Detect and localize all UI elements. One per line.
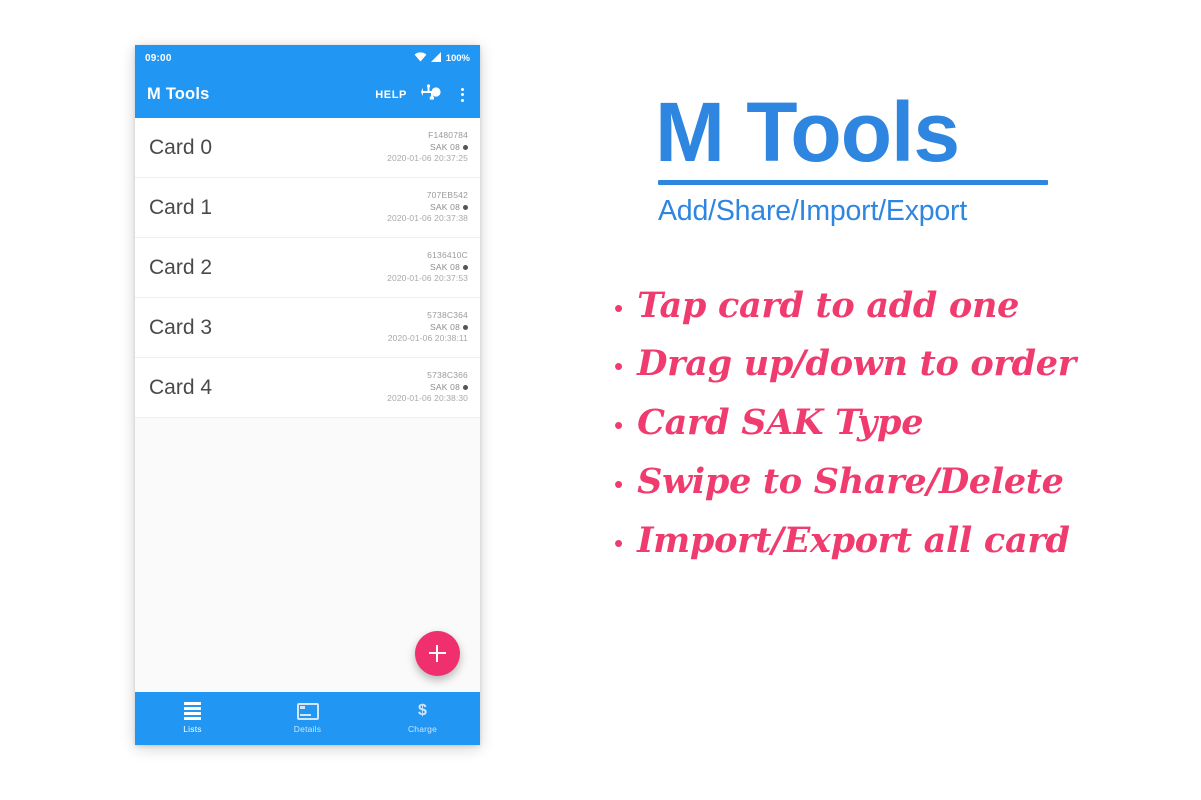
card-sak: SAK 08 [387,202,468,213]
wifi-icon [414,51,427,65]
card-type-dot-icon [463,145,468,150]
feature-text: Tap card to add one [637,284,1020,326]
nav-label: Details [293,724,322,734]
bullet-icon: • [614,527,624,558]
feature-text: Import/Export all card [637,519,1070,561]
feature-text: Drag up/down to order [637,343,1076,385]
table-row[interactable]: Card 2 6136410C SAK 08 2020-01-06 20:37:… [135,238,480,298]
card-uid: 6136410C [427,250,468,261]
card-details-icon [296,702,319,720]
card-meta: 707EB542 SAK 08 2020-01-06 20:37:38 [387,190,468,224]
promo-subtitle: Add/Share/Import/Export [658,194,968,227]
app-bar-actions: HELP [375,84,468,105]
nav-item-details[interactable]: Details [250,692,365,745]
card-meta: 5738C364 SAK 08 2020-01-06 20:38:11 [388,310,468,344]
promo-panel: M Tools Add/Share/Import/Export • Tap ca… [600,85,1160,581]
list-item: • Tap card to add one [614,284,1160,326]
card-timestamp: 2020-01-06 20:37:38 [387,213,468,224]
nav-item-lists[interactable]: Lists [135,692,250,745]
table-row[interactable]: Card 3 5738C364 SAK 08 2020-01-06 20:38:… [135,298,480,358]
list-item: • Card SAK Type [614,402,1160,444]
card-type-dot-icon [463,385,468,390]
table-row[interactable]: Card 0 F1480784 SAK 08 2020-01-06 20:37:… [135,118,480,178]
card-uid: 5738C366 [427,370,468,381]
card-sak-value: SAK 08 [429,261,460,272]
bullet-icon: • [614,292,624,323]
card-sak: SAK 08 [388,322,468,333]
list-item: • Import/Export all card [614,519,1160,561]
promo-title: M Tools [655,85,960,179]
card-sak-value: SAK 08 [429,141,460,152]
bullet-icon: • [614,410,624,441]
bullet-icon: • [614,351,624,382]
bullet-icon: • [614,468,624,499]
table-row[interactable]: Card 1 707EB542 SAK 08 2020-01-06 20:37:… [135,178,480,238]
card-uid: 5738C364 [427,310,468,321]
feature-text: Card SAK Type [637,402,924,444]
help-button[interactable]: HELP [375,89,407,101]
feature-text: Swipe to Share/Delete [637,460,1064,502]
card-name: Card 1 [149,195,213,219]
status-bar-icons: 100% [414,51,470,65]
list-icon [184,701,201,721]
list-empty-area [135,418,480,692]
app-title: M Tools [147,85,210,103]
table-row[interactable]: Card 4 5738C366 SAK 08 2020-01-06 20:38:… [135,358,480,418]
card-meta: 5738C366 SAK 08 2020-01-06 20:38:30 [387,370,468,404]
card-meta: 6136410C SAK 08 2020-01-06 20:37:53 [387,250,468,284]
usb-icon[interactable] [421,84,443,105]
nav-label: Charge [407,724,438,734]
card-list: Card 0 F1480784 SAK 08 2020-01-06 20:37:… [135,118,480,418]
status-bar: 09:00 100% [135,45,480,71]
card-sak: SAK 08 [387,382,468,393]
card-name: Card 3 [149,315,213,339]
card-uid: 707EB542 [426,190,468,201]
dollar-icon: $ [418,702,427,719]
nav-item-charge[interactable]: $ Charge [365,692,480,745]
card-type-dot-icon [463,325,468,330]
title-underline [658,179,1048,185]
card-timestamp: 2020-01-06 20:37:25 [387,153,468,164]
bottom-navigation: Lists Details $ Charge [135,692,480,745]
card-timestamp: 2020-01-06 20:38:30 [387,393,468,404]
status-bar-time: 09:00 [145,52,172,64]
app-bar: M Tools HELP [135,71,480,118]
card-timestamp: 2020-01-06 20:37:53 [387,273,468,284]
card-meta: F1480784 SAK 08 2020-01-06 20:37:25 [387,130,468,164]
card-name: Card 4 [149,375,213,399]
card-type-dot-icon [463,265,468,270]
phone-mockup: 09:00 100% M Tools HELP Card 0 F1480784 … [135,45,480,745]
brand-block: M Tools Add/Share/Import/Export [600,85,1160,228]
card-type-dot-icon [463,205,468,210]
card-sak: SAK 08 [387,142,468,153]
feature-list: • Tap card to add one • Drag up/down to … [600,284,1160,561]
nav-label: Lists [183,724,202,734]
signal-icon [430,51,442,65]
battery-percentage: 100% [445,52,470,64]
list-item: • Drag up/down to order [614,346,1160,383]
card-sak-value: SAK 08 [429,321,460,332]
plus-icon [429,645,446,662]
card-sak-value: SAK 08 [429,381,460,392]
card-name: Card 2 [149,255,213,279]
overflow-menu-icon[interactable] [457,87,468,102]
card-sak-value: SAK 08 [429,201,460,212]
card-name: Card 0 [149,135,213,159]
card-timestamp: 2020-01-06 20:38:11 [387,333,468,344]
add-card-button[interactable] [415,631,460,676]
list-item: • Swipe to Share/Delete [614,460,1160,502]
card-sak: SAK 08 [387,262,468,273]
card-uid: F1480784 [428,130,468,141]
